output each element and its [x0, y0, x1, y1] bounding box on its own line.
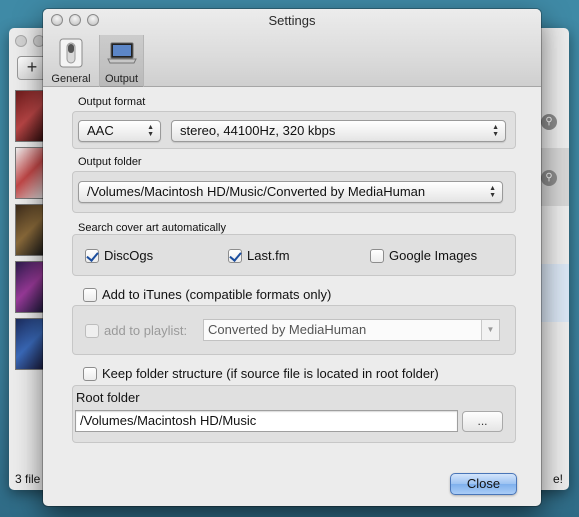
album-cover: [15, 318, 45, 370]
album-cover: [15, 204, 45, 256]
output-folder-value: /Volumes/Macintosh HD/Music/Converted by…: [87, 184, 426, 199]
search-icon[interactable]: ⚲: [541, 170, 557, 186]
root-folder-label: Root folder: [76, 390, 140, 405]
add-to-playlist-label: add to playlist:: [104, 323, 188, 338]
add-to-itunes-checkbox[interactable]: Add to iTunes (compatible formats only): [83, 287, 331, 302]
album-cover: [15, 90, 45, 142]
toggle-switch-icon: [49, 37, 93, 69]
discogs-label: DiscOgs: [104, 248, 154, 263]
chevron-updown-icon: ▲ ▼: [147, 124, 154, 138]
output-folder-group: /Volumes/Macintosh HD/Music/Converted by…: [72, 171, 516, 213]
output-folder-label: Output folder: [78, 156, 142, 168]
close-button[interactable]: Close: [450, 473, 517, 495]
playlist-group: add to playlist: Converted by MediaHuman…: [72, 305, 516, 355]
checkbox-checked-icon[interactable]: [228, 248, 242, 263]
tab-output-label: Output: [104, 73, 139, 85]
checkbox-checked-icon[interactable]: [85, 248, 99, 263]
discogs-checkbox[interactable]: DiscOgs: [85, 248, 153, 263]
checkbox-unchecked-icon[interactable]: [83, 366, 97, 381]
keep-folder-structure-checkbox[interactable]: Keep folder structure (if source file is…: [83, 366, 439, 381]
add-to-itunes-label: Add to iTunes (compatible formats only): [102, 287, 332, 302]
quality-select[interactable]: stereo, 44100Hz, 320 kbps ▲ ▼: [171, 120, 506, 142]
checkbox-unchecked-icon[interactable]: [83, 287, 97, 302]
status-text: 3 file: [15, 472, 41, 486]
format-select-value: AAC: [87, 123, 114, 138]
output-format-group: AAC ▲ ▼ stereo, 44100Hz, 320 kbps ▲ ▼: [72, 111, 516, 149]
chevron-updown-icon: ▲ ▼: [492, 124, 499, 138]
tab-output[interactable]: Output: [99, 35, 144, 87]
tab-general-label: General: [51, 73, 91, 85]
lastfm-label: Last.fm: [247, 248, 290, 263]
search-icon[interactable]: ⚲: [541, 114, 557, 130]
lastfm-checkbox[interactable]: Last.fm: [228, 248, 290, 263]
chevron-down-icon[interactable]: ▼: [481, 320, 499, 340]
format-select[interactable]: AAC ▲ ▼: [78, 120, 161, 142]
google-images-checkbox[interactable]: Google Images: [370, 248, 477, 263]
root-folder-group: Root folder /Volumes/Macintosh HD/Music …: [72, 385, 516, 443]
checkbox-disabled-icon[interactable]: [85, 323, 99, 338]
laptop-icon: [100, 37, 143, 69]
tab-general[interactable]: General: [49, 35, 93, 87]
status-text-right: e!: [552, 472, 563, 486]
output-format-label: Output format: [78, 96, 146, 108]
keep-folder-structure-label: Keep folder structure (if source file is…: [102, 366, 439, 381]
quality-select-value: stereo, 44100Hz, 320 kbps: [180, 123, 336, 138]
cover-art-group: DiscOgs Last.fm Google Images: [72, 234, 516, 276]
root-folder-input[interactable]: /Volumes/Macintosh HD/Music: [75, 410, 458, 432]
title-bar: Settings General Output: [43, 9, 541, 87]
chevron-updown-icon: ▲ ▼: [489, 185, 496, 199]
playlist-combo[interactable]: Converted by MediaHuman ▼: [203, 319, 500, 341]
album-cover: [15, 261, 45, 313]
add-to-playlist-checkbox[interactable]: add to playlist:: [85, 323, 187, 338]
cover-art-label: Search cover art automatically: [78, 222, 226, 234]
browse-button[interactable]: ...: [462, 411, 503, 432]
window-title: Settings: [268, 13, 316, 28]
google-images-label: Google Images: [389, 248, 478, 263]
checkbox-unchecked-icon[interactable]: [370, 248, 384, 263]
output-folder-select[interactable]: /Volumes/Macintosh HD/Music/Converted by…: [78, 181, 503, 203]
album-cover: [15, 147, 45, 199]
settings-window: Settings General Output Output format AA…: [43, 9, 541, 506]
playlist-combo-value: Converted by MediaHuman: [208, 322, 367, 337]
